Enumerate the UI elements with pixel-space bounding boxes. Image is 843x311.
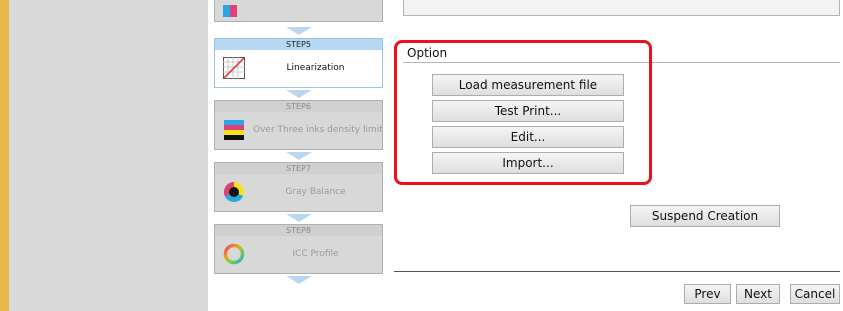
ink-stack-icon <box>224 120 244 140</box>
step-number: STEP6 <box>215 101 382 112</box>
previous-section-box <box>403 0 840 16</box>
gray-balance-icon <box>223 181 245 203</box>
cancel-button[interactable]: Cancel <box>790 284 840 304</box>
step-icc-profile[interactable]: STEP8 ICC Profile <box>214 224 383 274</box>
suspend-creation-button[interactable]: Suspend Creation <box>630 205 780 227</box>
step-arrow-icon <box>286 152 312 160</box>
step-label: Gray Balance <box>285 187 346 197</box>
step-previous-partial[interactable] <box>214 0 383 22</box>
step-number: STEP8 <box>215 225 382 236</box>
step-number: STEP5 <box>215 39 382 50</box>
step-linearization[interactable]: STEP5 Linearization <box>214 38 383 88</box>
step-arrow-icon <box>286 27 312 35</box>
linearization-icon <box>223 57 245 79</box>
step-label: Linearization <box>286 63 345 73</box>
prev-button[interactable]: Prev <box>684 284 731 304</box>
step-label: Over Three inks density limit <box>253 125 383 135</box>
step-number: STEP7 <box>215 163 382 174</box>
step-label: ICC Profile <box>292 249 339 259</box>
color-wheel-icon <box>223 243 245 265</box>
left-accent-bar <box>0 0 9 311</box>
step-gray-balance[interactable]: STEP7 Gray Balance <box>214 162 383 212</box>
option-highlight-box <box>394 40 652 185</box>
left-panel <box>9 0 208 311</box>
color-patch-icon <box>223 5 243 17</box>
footer-divider <box>394 271 840 272</box>
next-button[interactable]: Next <box>736 284 780 304</box>
step-arrow-icon <box>286 276 312 284</box>
step-over-three-inks[interactable]: STEP6 Over Three inks density limit <box>214 100 383 150</box>
step-arrow-icon <box>286 214 312 222</box>
step-arrow-icon <box>286 90 312 98</box>
